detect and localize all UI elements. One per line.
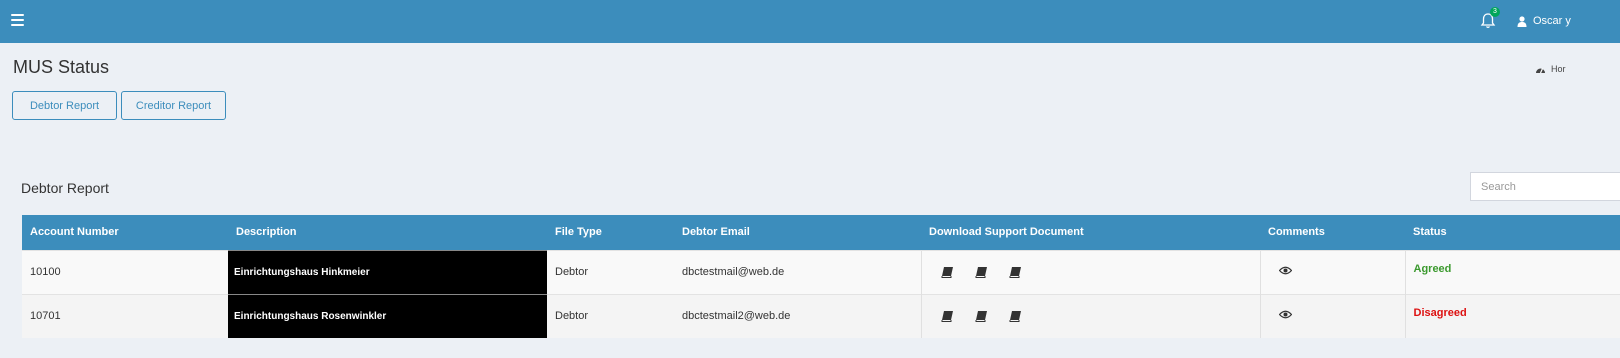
status-cell: Disagreed — [1404, 293, 1620, 338]
top-navbar: 3 Oscar y — [0, 0, 1620, 43]
table-row: 10100 Einrichtungshaus Hinkmeier Debtor … — [22, 249, 1620, 294]
dashboard-icon — [1536, 67, 1545, 73]
column-header-description[interactable]: Description — [228, 215, 547, 250]
search-input[interactable] — [1470, 172, 1620, 201]
book-icon[interactable] — [941, 310, 954, 323]
book-icon[interactable] — [1009, 266, 1022, 278]
comments-cell — [1259, 249, 1405, 294]
book-icon[interactable] — [941, 266, 954, 278]
debtor-email-cell: dbctestmail@web.de — [674, 249, 921, 294]
column-header-download-support-document[interactable]: Download Support Document — [921, 215, 1260, 250]
notification-count-badge: 3 — [1490, 7, 1500, 17]
download-cell — [920, 293, 1260, 338]
breadcrumb: Hor — [1535, 64, 1566, 74]
page-title: MUS Status — [13, 57, 110, 77]
column-header-file-type[interactable]: File Type — [547, 215, 674, 250]
column-header-status[interactable]: Status — [1405, 215, 1620, 250]
breadcrumb-home-link[interactable]: Hor — [1551, 64, 1566, 74]
user-name: Oscar y — [1533, 15, 1571, 27]
book-icon[interactable] — [975, 266, 988, 278]
debtor-email-cell: dbctestmail2@web.de — [674, 293, 921, 338]
table-header-row: Account Number Description File Type Deb… — [22, 215, 1620, 250]
comments-cell — [1259, 293, 1405, 338]
hamburger-icon[interactable] — [11, 14, 24, 26]
debtor-report-button[interactable]: Debtor Report — [12, 91, 117, 120]
creditor-report-button[interactable]: Creditor Report — [121, 91, 226, 120]
book-icon[interactable] — [975, 310, 988, 323]
status-badge: Agreed — [1413, 263, 1452, 275]
user-menu[interactable]: Oscar y — [1517, 12, 1571, 30]
column-header-debtor-email[interactable]: Debtor Email — [674, 215, 921, 250]
file-type-cell: Debtor — [547, 293, 674, 338]
status-badge: Disagreed — [1413, 307, 1467, 320]
section-title: Debtor Report — [21, 180, 109, 196]
account-number-cell: 10100 — [22, 249, 228, 294]
file-type-cell: Debtor — [547, 249, 674, 294]
column-header-account-number[interactable]: Account Number — [22, 215, 228, 250]
book-icon[interactable] — [1009, 310, 1022, 323]
column-header-comments[interactable]: Comments — [1260, 215, 1405, 250]
debtor-report-table: Account Number Description File Type Deb… — [22, 215, 1620, 338]
table-row: 10701 Einrichtungshaus Rosenwinkler Debt… — [22, 293, 1620, 338]
description-cell: Einrichtungshaus Hinkmeier — [228, 249, 547, 294]
status-cell: Agreed — [1404, 249, 1620, 294]
description-cell: Einrichtungshaus Rosenwinkler — [228, 293, 547, 338]
user-icon — [1517, 15, 1527, 27]
eye-icon[interactable] — [1278, 266, 1292, 275]
eye-icon[interactable] — [1278, 310, 1292, 319]
account-number-cell: 10701 — [22, 293, 228, 338]
download-cell — [920, 249, 1260, 294]
